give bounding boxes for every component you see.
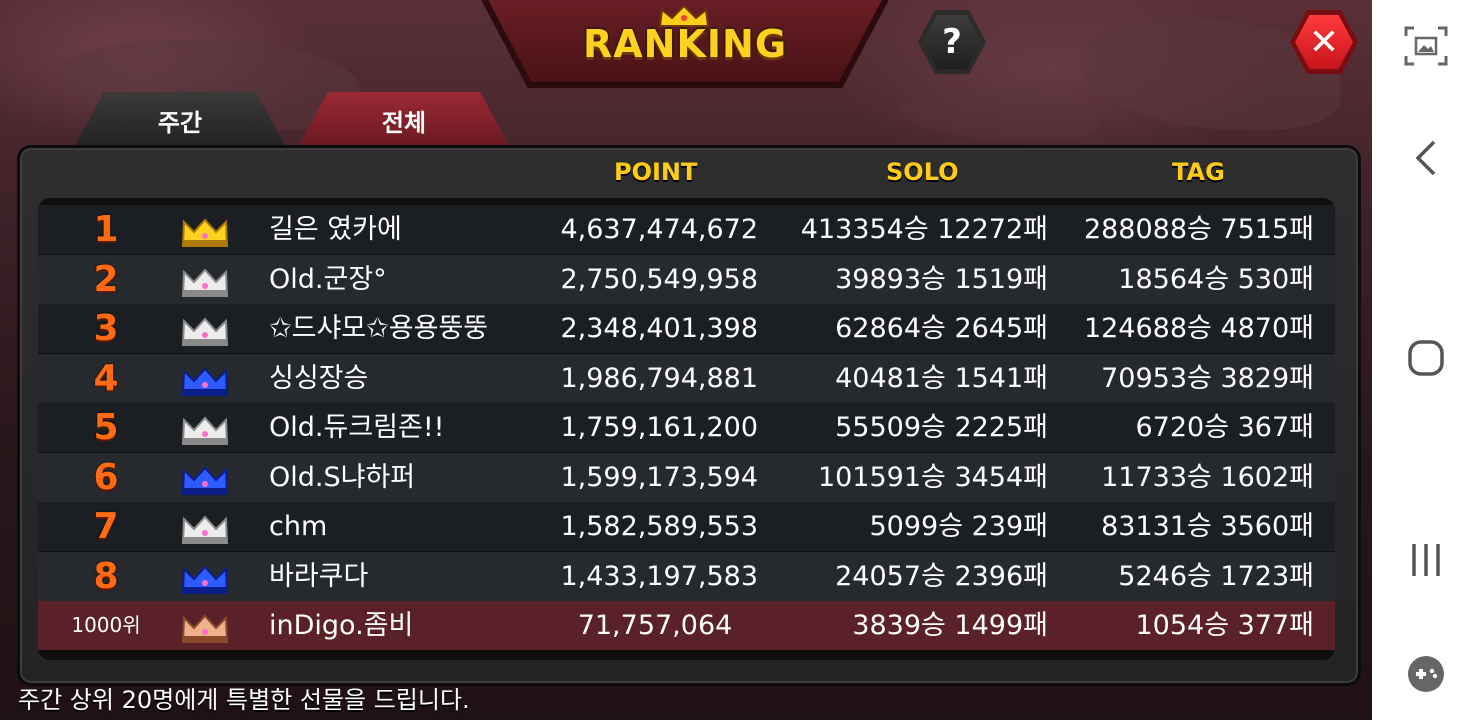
player-name: Old.군장° bbox=[269, 263, 387, 295]
tag-record: 124688승 4870패 bbox=[1083, 313, 1314, 344]
solo-record: 5099승 239패 bbox=[869, 511, 1048, 542]
player-name: inDigo.좀비 bbox=[269, 610, 414, 641]
table-row[interactable]: 7 chm 1,582,589,553 5099승 239패 83131승 3560패 bbox=[38, 502, 1335, 551]
player-name: ✩드샤모✩용용뚱뚱 bbox=[269, 313, 489, 344]
footer-note: 주간 상위 20명에게 특별한 선물을 드립니다. bbox=[18, 686, 470, 714]
rank-number: 6 bbox=[93, 456, 119, 498]
rank-number: 1000위 bbox=[71, 613, 141, 637]
tag-record: 70953승 3829패 bbox=[1101, 362, 1314, 394]
player-name: Old.S냐하퍼 bbox=[269, 461, 416, 493]
background-rock bbox=[900, 90, 1100, 140]
help-button[interactable]: ? bbox=[918, 10, 986, 74]
silver-crown-icon bbox=[181, 512, 229, 544]
solo-record: 413354승 12272패 bbox=[800, 214, 1048, 245]
table-row[interactable]: 6 Old.S냐하퍼 1,599,173,594 101591승 3454패 11733… bbox=[38, 452, 1335, 502]
solo-record: 39893승 1519패 bbox=[835, 263, 1048, 295]
home-icon[interactable] bbox=[1398, 330, 1454, 386]
silver-crown-icon bbox=[181, 265, 229, 297]
solo-record: 3839승 1499패 bbox=[852, 610, 1048, 641]
game-screen: RANKING ? ✕ 주간 전체 POINT SOLO TAG 1 길은 였카에… bbox=[0, 0, 1372, 720]
column-header-tag: TAG bbox=[1172, 158, 1225, 186]
tag-record: 5246승 1723패 bbox=[1118, 560, 1314, 592]
tag-record: 6720승 367패 bbox=[1135, 412, 1314, 443]
back-icon[interactable] bbox=[1398, 130, 1454, 186]
question-icon: ? bbox=[923, 15, 981, 69]
table-row[interactable]: 8 바라쿠다 1,433,197,583 24057승 2396패 5246승 1723… bbox=[38, 551, 1335, 601]
player-name: Old.듀크림존!! bbox=[269, 412, 445, 443]
solo-record: 40481승 1541패 bbox=[835, 362, 1048, 394]
ranking-table: 1 길은 였카에 4,637,474,672 413354승 12272패 288088… bbox=[38, 198, 1335, 660]
solo-record: 24057승 2396패 bbox=[835, 560, 1048, 592]
rank-number: 5 bbox=[93, 407, 119, 448]
player-point: 1,759,161,200 bbox=[560, 412, 758, 443]
rank-number: 7 bbox=[93, 506, 119, 547]
table-row[interactable]: 3 ✩드샤모✩용용뚱뚱 2,348,401,398 62864승 2645패 12468… bbox=[38, 304, 1335, 353]
tag-record: 1054승 377패 bbox=[1135, 610, 1314, 641]
player-point: 1,582,589,553 bbox=[560, 511, 758, 542]
bronze-crown-icon bbox=[181, 611, 229, 643]
tag-record: 11733승 1602패 bbox=[1101, 461, 1314, 493]
solo-record: 101591승 3454패 bbox=[817, 461, 1048, 493]
blue-crown-icon bbox=[181, 562, 229, 594]
player-point: 1,599,173,594 bbox=[560, 461, 758, 493]
solo-record: 55509승 2225패 bbox=[835, 412, 1048, 443]
blue-crown-icon bbox=[181, 364, 229, 396]
page-title: RANKING bbox=[582, 22, 788, 66]
table-row[interactable]: 2 Old.군장° 2,750,549,958 39893승 1519패 18564승 … bbox=[38, 254, 1335, 304]
player-point: 4,637,474,672 bbox=[560, 214, 758, 245]
solo-record: 62864승 2645패 bbox=[835, 313, 1048, 344]
close-icon: ✕ bbox=[1295, 15, 1353, 69]
silver-crown-icon bbox=[181, 314, 229, 346]
silver-crown-icon bbox=[181, 413, 229, 445]
gold-crown-icon bbox=[181, 215, 229, 247]
tab-all[interactable]: 전체 bbox=[298, 92, 510, 148]
blue-crown-icon bbox=[181, 463, 229, 495]
android-navigation-bar bbox=[1372, 0, 1480, 720]
player-point: 2,348,401,398 bbox=[560, 313, 758, 344]
player-name: chm bbox=[269, 511, 328, 542]
player-name: 바라쿠다 bbox=[269, 560, 369, 592]
player-point: 1,986,794,881 bbox=[560, 362, 758, 394]
tag-record: 288088승 7515패 bbox=[1083, 214, 1314, 245]
player-point: 71,757,064 bbox=[577, 610, 733, 641]
player-point: 2,750,549,958 bbox=[560, 263, 758, 295]
rank-number: 4 bbox=[93, 357, 119, 399]
table-row[interactable]: 1 길은 였카에 4,637,474,672 413354승 12272패 288088… bbox=[38, 205, 1335, 254]
rank-number: 8 bbox=[93, 555, 119, 597]
player-name: 길은 였카에 bbox=[269, 214, 402, 245]
rank-number: 3 bbox=[93, 308, 119, 349]
table-row[interactable]: 5 Old.듀크림존!! 1,759,161,200 55509승 2225패 6720… bbox=[38, 403, 1335, 452]
recents-icon[interactable] bbox=[1398, 532, 1454, 588]
tag-record: 18564승 530패 bbox=[1118, 263, 1314, 295]
column-header-point: POINT bbox=[614, 158, 698, 186]
column-header-solo: SOLO bbox=[886, 158, 959, 186]
my-rank-row[interactable]: 1000위 inDigo.좀비 71,757,064 3839승 1499패 1054승… bbox=[38, 601, 1335, 650]
screenshot-icon[interactable] bbox=[1398, 18, 1454, 74]
game-tools-icon[interactable] bbox=[1398, 646, 1454, 702]
tag-record: 83131승 3560패 bbox=[1101, 511, 1314, 542]
player-name: 싱싱장승 bbox=[269, 362, 369, 394]
player-point: 1,433,197,583 bbox=[560, 560, 758, 592]
rank-number: 2 bbox=[93, 258, 119, 300]
rank-number: 1 bbox=[93, 209, 119, 250]
table-row[interactable]: 4 싱싱장승 1,986,794,881 40481승 1541패 70953승 382… bbox=[38, 353, 1335, 403]
tab-weekly[interactable]: 주간 bbox=[74, 92, 286, 148]
